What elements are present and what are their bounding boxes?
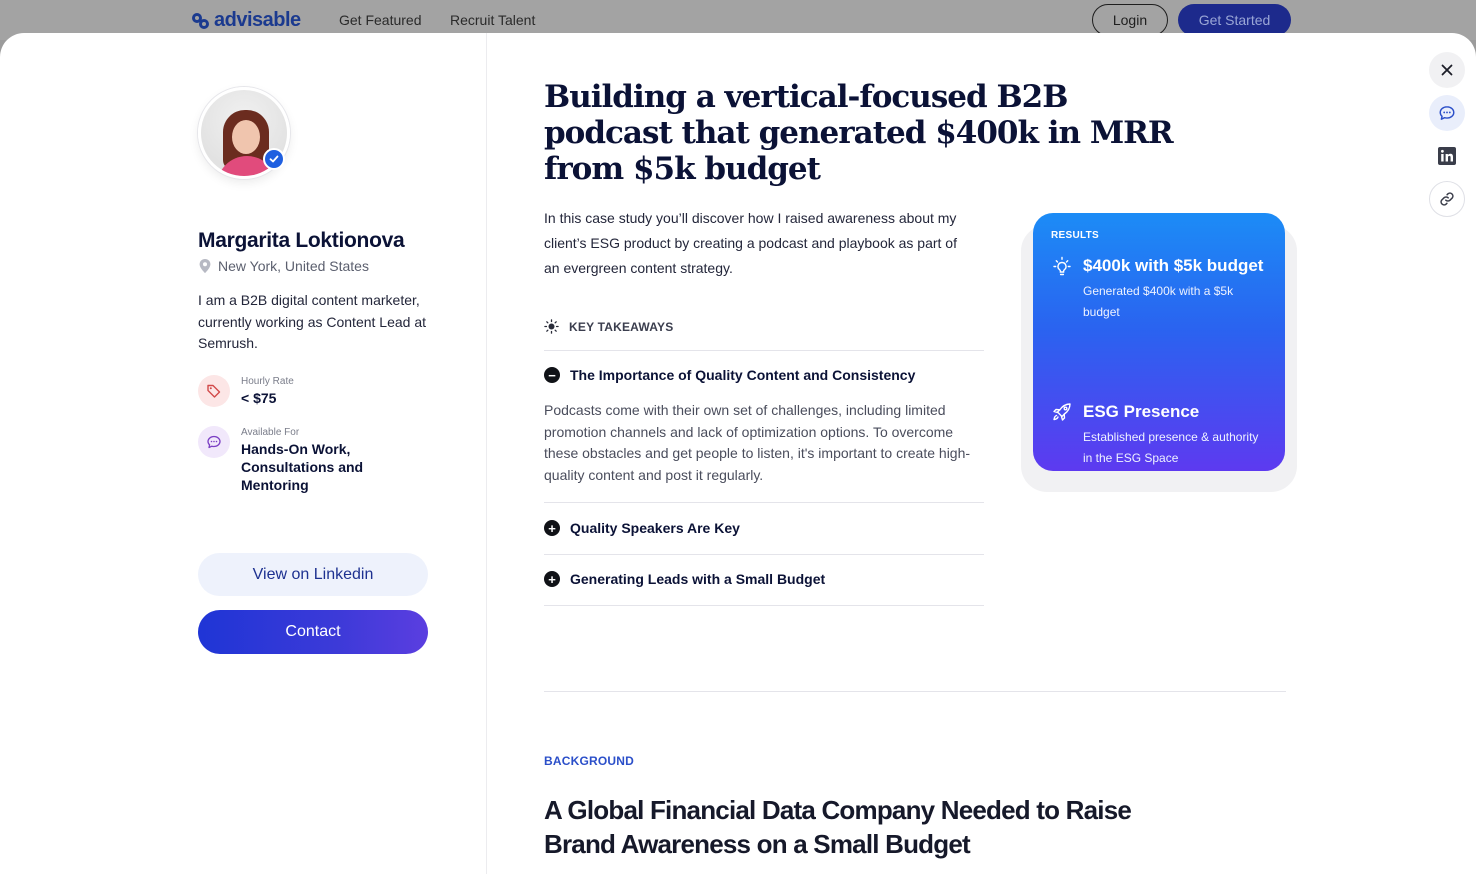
profile-name: Margarita Loktionova bbox=[198, 229, 405, 252]
location-pin-icon bbox=[199, 259, 211, 273]
rocket-icon bbox=[1053, 403, 1071, 421]
expand-plus-icon: + bbox=[544, 520, 560, 536]
available-for-label: Available For bbox=[241, 427, 300, 438]
lightbulb-icon bbox=[1053, 256, 1071, 276]
view-on-linkedin-button[interactable]: View on Linkedin bbox=[198, 553, 428, 596]
takeaway-body: Podcasts come with their own set of chal… bbox=[544, 402, 971, 483]
login-button[interactable]: Login bbox=[1092, 4, 1168, 36]
background-section-title: A Global Financial Data Company Needed t… bbox=[544, 795, 1132, 859]
hourly-rate-value: < $75 bbox=[241, 390, 277, 406]
linkedin-icon bbox=[1438, 147, 1456, 165]
hourly-rate: Hourly Rate < $75 bbox=[198, 375, 294, 407]
result-title: ESG Presence bbox=[1083, 402, 1200, 421]
close-icon bbox=[1441, 64, 1453, 76]
hourly-rate-label: Hourly Rate bbox=[241, 376, 294, 387]
section-divider bbox=[544, 691, 1286, 692]
results-label: RESULTS bbox=[1051, 230, 1100, 241]
expand-plus-icon: + bbox=[544, 571, 560, 587]
advisable-logo-icon bbox=[192, 11, 210, 31]
linkedin-share-button[interactable] bbox=[1429, 138, 1465, 174]
takeaway-title: Quality Speakers Are Key bbox=[570, 520, 740, 536]
key-takeaways-header: KEY TAKEAWAYS bbox=[544, 319, 673, 334]
chat-bubble-icon bbox=[198, 426, 230, 458]
result-description: Established presence & authority in the … bbox=[1083, 430, 1259, 465]
profile-bio: I am a B2B digital content marketer, cur… bbox=[198, 292, 427, 351]
profile-location: New York, United States bbox=[198, 258, 369, 274]
takeaway-title: Generating Leads with a Small Budget bbox=[570, 571, 826, 587]
takeaway-item-quality-content[interactable]: − The Importance of Quality Content and … bbox=[544, 367, 915, 383]
takeaway-item-quality-speakers[interactable]: + Quality Speakers Are Key bbox=[544, 520, 740, 536]
nav-link-recruit-talent[interactable]: Recruit Talent bbox=[450, 12, 535, 28]
takeaway-title: The Importance of Quality Content and Co… bbox=[570, 367, 916, 383]
results-card: RESULTS $400k with $5k budget Generated … bbox=[1033, 213, 1285, 471]
case-study-modal: Margarita Loktionova New York, United St… bbox=[0, 33, 1476, 874]
profile-avatar bbox=[198, 87, 290, 179]
divider bbox=[544, 554, 984, 555]
takeaway-item-generating-leads[interactable]: + Generating Leads with a Small Budget bbox=[544, 571, 825, 587]
result-description: Generated $400k with a $5k budget bbox=[1083, 284, 1234, 319]
availability: Available For Hands-On Work, Consultatio… bbox=[198, 426, 391, 494]
case-study-title: Building a vertical-focused B2B podcast … bbox=[544, 79, 1174, 187]
message-button[interactable] bbox=[1429, 95, 1465, 131]
available-for-value: Hands-On Work, Consultations and Mentori… bbox=[241, 441, 364, 493]
sidebar-divider bbox=[486, 33, 487, 874]
divider bbox=[544, 605, 984, 606]
close-button[interactable] bbox=[1429, 52, 1465, 88]
result-item: ESG Presence Established presence & auth… bbox=[1051, 401, 1269, 469]
nav-link-get-featured[interactable]: Get Featured bbox=[339, 12, 422, 28]
key-takeaways-label: KEY TAKEAWAYS bbox=[569, 319, 674, 334]
verified-badge-icon bbox=[263, 148, 285, 170]
location-text: New York, United States bbox=[218, 258, 369, 274]
divider bbox=[544, 502, 984, 503]
background-section-label: BACKGROUND bbox=[544, 754, 634, 768]
divider bbox=[544, 350, 984, 351]
copy-link-button[interactable] bbox=[1429, 181, 1465, 217]
contact-button[interactable]: Contact bbox=[198, 610, 428, 654]
get-started-button[interactable]: Get Started bbox=[1178, 4, 1291, 36]
link-icon bbox=[1440, 192, 1454, 206]
brand-logo[interactable]: advisable bbox=[192, 9, 301, 32]
collapse-minus-icon: − bbox=[544, 367, 560, 383]
brand-name: advisable bbox=[214, 9, 301, 31]
price-tag-icon bbox=[198, 375, 230, 407]
result-title: $400k with $5k budget bbox=[1083, 256, 1264, 275]
message-icon bbox=[1439, 106, 1455, 120]
case-study-intro: In this case study you’ll discover how I… bbox=[544, 210, 957, 276]
result-item: $400k with $5k budget Generated $400k wi… bbox=[1051, 255, 1267, 323]
sun-icon bbox=[544, 319, 559, 334]
